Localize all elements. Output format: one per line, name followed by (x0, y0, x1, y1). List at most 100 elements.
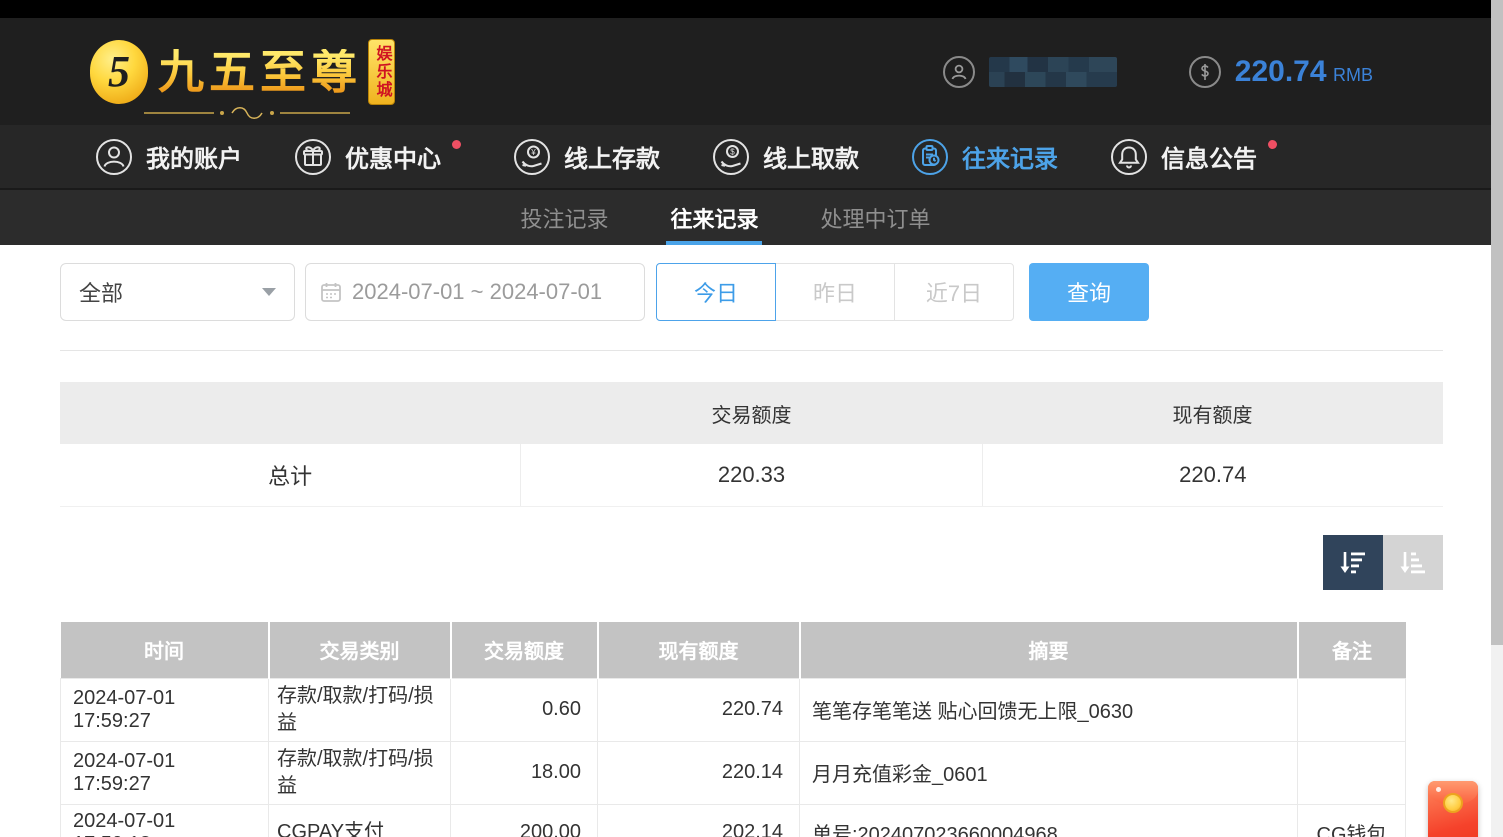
nav-item-transaction-records[interactable]: 往来记录 (911, 138, 1058, 176)
nav-label: 线上取款 (763, 139, 859, 174)
nav-label: 往来记录 (962, 139, 1058, 174)
quick-yesterday-button[interactable]: 昨日 (775, 263, 895, 321)
col-header-note: 备注 (1298, 622, 1406, 678)
balance-amount: 220.74 (1235, 55, 1327, 88)
tab-bet-records[interactable]: 投注记录 (516, 190, 612, 245)
user-avatar-icon (943, 56, 975, 88)
col-header-summary: 摘要 (800, 622, 1298, 678)
nav-label: 信息公告 (1161, 139, 1257, 174)
cell-note: CG钱包 (1298, 804, 1406, 837)
summary-trade-total: 220.33 (520, 444, 981, 506)
nav-item-my-account[interactable]: 我的账户 (95, 138, 242, 176)
brand-title: 九五至尊 (158, 49, 362, 95)
sort-descending-button[interactable] (1323, 535, 1383, 590)
tab-pending-orders[interactable]: 处理中订单 (817, 190, 935, 245)
cell-summary: 单号:202407023660004968 (800, 804, 1298, 837)
summary-balance-total: 220.74 (982, 444, 1443, 506)
nav-label: 线上存款 (564, 139, 660, 174)
cell-type: 存款/取款/打码/损益 (269, 678, 451, 741)
quick-today-button[interactable]: 今日 (656, 263, 776, 321)
quick-date-group: 今日 昨日 近7日 (656, 263, 1014, 321)
cell-balance: 220.74 (598, 678, 800, 741)
cell-note (1298, 741, 1406, 804)
cell-summary: 月月充值彩金_0601 (800, 741, 1298, 804)
summary-header-row: 交易额度 现有额度 (60, 382, 1443, 444)
sort-toolbar (60, 535, 1443, 590)
table-row: 2024-07-01 17:59:18 CGPAY支付 200.00 202.1… (61, 804, 1406, 837)
tab-transaction-records[interactable]: 往来记录 (666, 190, 762, 245)
account-icon (95, 138, 133, 176)
calendar-icon (320, 281, 342, 303)
summary-header-empty (60, 382, 521, 444)
gift-icon (294, 138, 332, 176)
nav-label: 我的账户 (146, 139, 242, 174)
col-header-type: 交易类别 (269, 622, 451, 678)
bell-icon (1110, 138, 1148, 176)
nav-item-deposit[interactable]: ¥ 线上存款 (513, 138, 660, 176)
scrollbar-thumb[interactable] (1491, 0, 1503, 645)
type-select[interactable]: 全部 (60, 263, 295, 321)
page-scrollbar[interactable] (1491, 0, 1503, 837)
filter-bar: 全部 2024-07-01 ~ 2024-07-01 今日 昨日 近7日 查询 (60, 263, 1443, 321)
table-header-row: 时间 交易类别 交易额度 现有额度 摘要 备注 (61, 622, 1406, 678)
sort-desc-icon (1338, 549, 1368, 577)
date-range-value: 2024-07-01 ~ 2024-07-01 (352, 279, 602, 305)
envelope-gold-coin-icon (1443, 793, 1463, 813)
notification-dot (452, 140, 461, 149)
table-row: 2024-07-01 17:59:27 存款/取款/打码/损益 0.60 220… (61, 678, 1406, 741)
cell-amount: 0.60 (451, 678, 598, 741)
summary-total-row: 总计 220.33 220.74 (60, 444, 1443, 507)
cell-time: 2024-07-01 17:59:27 (61, 741, 269, 804)
nav-item-promotions[interactable]: 优惠中心 (294, 138, 461, 176)
cell-amount: 200.00 (451, 804, 598, 837)
user-info[interactable] (943, 56, 1117, 88)
date-range-input[interactable]: 2024-07-01 ~ 2024-07-01 (305, 263, 645, 321)
type-select-value: 全部 (79, 276, 123, 308)
username-blurred (989, 57, 1117, 87)
brand-badge: 娱乐城 (368, 39, 395, 105)
cell-time: 2024-07-01 17:59:18 (61, 804, 269, 837)
sort-ascending-button[interactable] (1383, 535, 1443, 590)
records-icon (911, 138, 949, 176)
cell-note (1298, 678, 1406, 741)
section-divider (60, 350, 1443, 351)
cell-summary: 笔笔存笔笔送 贴心回馈无上限_0630 (800, 678, 1298, 741)
deposit-icon: ¥ (513, 138, 551, 176)
envelope-sparkle (1436, 787, 1441, 792)
col-header-balance: 现有额度 (598, 622, 800, 678)
cell-type: CGPAY支付 (269, 804, 451, 837)
summary-table: 交易额度 现有额度 总计 220.33 220.74 (60, 382, 1443, 507)
cell-time: 2024-07-01 17:59:27 (61, 678, 269, 741)
site-header: 5 九五至尊 娱乐城 220.74 RMB (0, 18, 1503, 125)
red-envelope-widget[interactable] (1428, 781, 1478, 837)
sort-asc-icon (1398, 549, 1428, 577)
quick-last7days-button[interactable]: 近7日 (894, 263, 1014, 321)
balance-currency: RMB (1333, 65, 1373, 85)
cell-balance: 202.14 (598, 804, 800, 837)
summary-header-trade: 交易额度 (521, 382, 982, 444)
records-tabbar: 投注记录 往来记录 处理中订单 (0, 188, 1503, 245)
cell-amount: 18.00 (451, 741, 598, 804)
logo-95-emblem: 5 (90, 40, 148, 104)
chevron-down-icon (262, 288, 276, 296)
top-black-strip (0, 0, 1503, 18)
balance-display[interactable]: 220.74 RMB (1189, 55, 1373, 89)
col-header-time: 时间 (61, 622, 269, 678)
logo-flourish-decoration (142, 107, 352, 119)
svg-text:$: $ (730, 147, 735, 156)
notification-dot (1268, 140, 1277, 149)
cell-balance: 220.14 (598, 741, 800, 804)
summary-header-balance: 现有额度 (982, 382, 1443, 444)
cell-type: 存款/取款/打码/损益 (269, 741, 451, 804)
svg-text:¥: ¥ (530, 148, 536, 157)
col-header-amount: 交易额度 (451, 622, 598, 678)
nav-label: 优惠中心 (345, 139, 441, 174)
nav-item-announcements[interactable]: 信息公告 (1110, 138, 1277, 176)
site-logo[interactable]: 5 九五至尊 娱乐城 (90, 18, 395, 125)
transactions-table: 时间 交易类别 交易额度 现有额度 摘要 备注 2024-07-01 17:59… (60, 622, 1406, 837)
search-button[interactable]: 查询 (1029, 263, 1149, 321)
dollar-coin-icon (1189, 56, 1221, 88)
table-row: 2024-07-01 17:59:27 存款/取款/打码/损益 18.00 22… (61, 741, 1406, 804)
nav-item-withdraw[interactable]: $ 线上取款 (712, 138, 859, 176)
main-nav: 我的账户 优惠中心 ¥ 线上存款 $ 线上取款 往来 (0, 125, 1503, 188)
